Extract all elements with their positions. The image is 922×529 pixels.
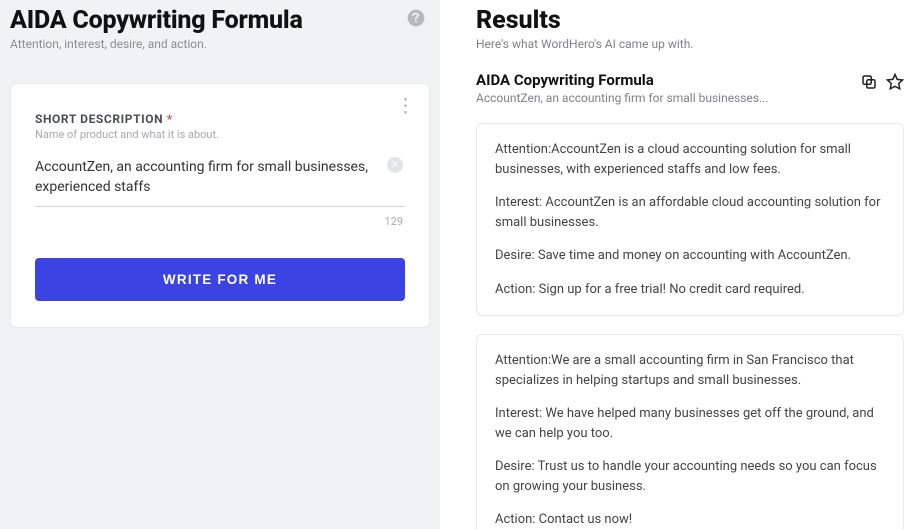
- copy-icon[interactable]: [860, 73, 878, 95]
- right-panel: Results Here's what WordHero's AI came u…: [440, 0, 922, 529]
- page-subtitle: Attention, interest, desire, and action.: [10, 37, 430, 51]
- result-line: Interest: We have helped many businesses…: [495, 404, 885, 443]
- result-line: Interest: AccountZen is an affordable cl…: [495, 193, 885, 232]
- results-subtitle: Here's what WordHero's AI came up with.: [476, 37, 904, 51]
- textarea-wrap: ✕: [35, 155, 405, 211]
- result-line: Action: Contact us now!: [495, 510, 885, 529]
- result-line: Desire: Trust us to handle your accounti…: [495, 457, 885, 496]
- field-label-text: SHORT DESCRIPTION: [35, 112, 163, 126]
- result-line: Attention:AccountZen is a cloud accounti…: [495, 140, 885, 179]
- input-card: ⋮ SHORT DESCRIPTION * Name of product an…: [10, 83, 430, 328]
- result-line: Action: Sign up for a free trial! No cre…: [495, 280, 885, 300]
- write-for-me-button[interactable]: WRITE FOR ME: [35, 258, 405, 301]
- kebab-icon[interactable]: ⋮: [396, 96, 415, 115]
- results-title: Results: [476, 6, 904, 35]
- title-row: AIDA Copywriting Formula: [10, 6, 430, 35]
- required-asterisk: *: [167, 112, 173, 126]
- field-label: SHORT DESCRIPTION *: [35, 106, 405, 126]
- char-count: 129: [35, 215, 405, 228]
- field-help: Name of product and what it is about.: [35, 128, 405, 141]
- left-panel: AIDA Copywriting Formula Attention, inte…: [0, 0, 440, 529]
- clear-icon[interactable]: ✕: [387, 157, 403, 173]
- result-item-title: AIDA Copywriting Formula: [476, 71, 860, 89]
- result-line: Desire: Save time and money on accountin…: [495, 246, 885, 266]
- star-icon[interactable]: [886, 73, 904, 95]
- result-actions: [860, 71, 904, 95]
- page-title: AIDA Copywriting Formula: [10, 6, 303, 35]
- result-card[interactable]: Attention:We are a small accounting firm…: [476, 334, 904, 529]
- result-header: AIDA Copywriting Formula AccountZen, an …: [476, 71, 904, 105]
- result-card[interactable]: Attention:AccountZen is a cloud accounti…: [476, 123, 904, 316]
- help-icon[interactable]: [406, 8, 426, 33]
- result-line: Attention:We are a small accounting firm…: [495, 351, 885, 390]
- result-item-subtitle: AccountZen, an accounting firm for small…: [476, 91, 860, 105]
- short-description-input[interactable]: [35, 155, 405, 207]
